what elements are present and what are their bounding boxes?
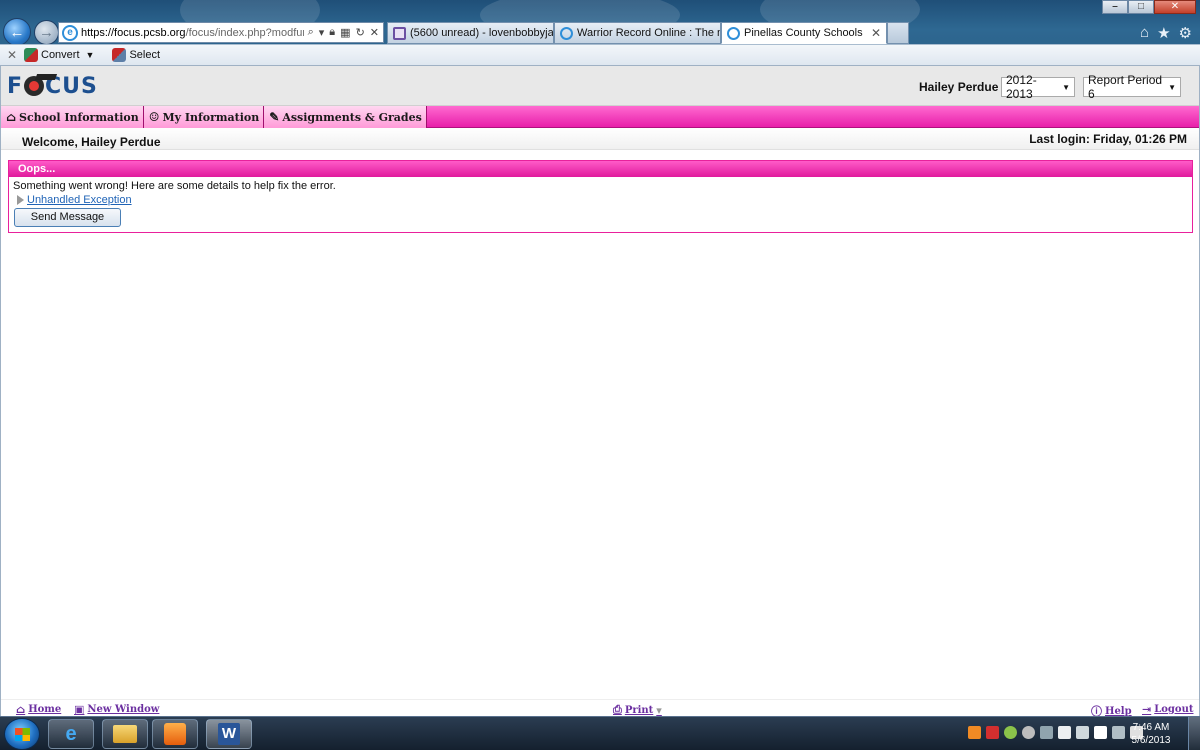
address-bar[interactable]: e https://focus.pcsb.org/focus/index.php… [58,22,384,43]
chevron-down-icon[interactable]: ▾ [656,704,662,717]
stop-icon[interactable]: ✕ [370,26,379,39]
back-button[interactable]: ← [3,18,31,46]
unhandled-exception-link[interactable]: Unhandled Exception [27,194,132,206]
last-login-text: Last login: Friday, 01:26 PM [1029,132,1187,146]
folder-icon [113,725,137,743]
focus-logo[interactable]: F CUS [7,72,98,100]
chevron-down-icon[interactable]: ▼ [86,50,95,60]
menu-item-assignments-grades[interactable]: ✎ Assignments & Grades [264,106,427,128]
chevron-down-icon: ▼ [1168,82,1176,92]
expand-triangle-icon[interactable] [17,195,24,205]
home-icon: ⌂ [16,703,26,716]
menu-item-my-information[interactable]: ☺ My Information [143,106,265,128]
close-tab-icon[interactable]: ✕ [871,26,881,40]
maximize-icon[interactable]: □ [1128,0,1154,14]
convert-button[interactable]: Convert ▼ [24,48,102,62]
taskbar-clock[interactable]: 7:46 AM 5/6/2013 [1128,721,1174,747]
error-panel: Oops... Something went wrong! Here are s… [8,160,1193,233]
footer-home-link[interactable]: ⌂ Home [16,703,61,716]
focus-header: F CUS Hailey Perdue 2012-2013 ▼ Report Pe… [1,66,1199,106]
taskbar-explorer-button[interactable] [102,719,148,749]
send-message-button[interactable]: Send Message [14,208,121,227]
menu-item-school-information[interactable]: ⌂ School Information [1,106,144,128]
compat-icon[interactable]: ▦ [340,26,350,39]
media-player-icon [164,723,186,745]
show-desktop-button[interactable] [1188,717,1200,750]
school-year-select[interactable]: 2012-2013 ▼ [1001,73,1075,101]
report-period-select[interactable]: Report Period 6 ▼ [1083,73,1181,101]
clock-time: 7:46 AM [1132,722,1170,733]
tray-security-icon[interactable] [1004,726,1017,739]
tray-network-icon[interactable] [1040,726,1053,739]
arrow-right-icon: → [39,24,54,41]
ie-icon [560,26,573,40]
tab-pinellas-active[interactable]: Pinellas County Schools ✕ [721,22,887,44]
forward-button[interactable]: → [34,20,59,45]
ie-icon: e [62,24,78,41]
arrow-left-icon: ← [9,23,25,41]
taskbar-media-player-button[interactable] [152,719,198,749]
grades-icon: ✎ [269,110,280,124]
command-bar: ✕ Convert ▼ Select [0,44,1200,66]
new-window-icon: ▣ [74,703,85,716]
tab-warrior-record[interactable]: Warrior Record Online : The ne... [554,22,721,44]
search-icon[interactable]: ⌕ [308,26,314,39]
home-icon[interactable]: ⌂ [1140,24,1149,42]
tray-acrobat-icon[interactable] [986,726,999,739]
gear-icon[interactable]: ⚙ [1179,24,1192,42]
minimize-icon[interactable]: – [1102,0,1128,14]
taskbar-ie-button[interactable]: e [48,719,94,749]
chevron-down-icon: ▼ [1062,82,1070,92]
welcome-text: Welcome, Hailey Perdue [22,135,161,149]
start-button[interactable] [4,718,40,750]
windows-taskbar: e W 7:46 AM 5/6/2013 [0,716,1200,750]
user-name: Hailey Perdue [919,80,999,94]
printer-icon: ⎙ [613,703,622,716]
clock-date: 5/6/2013 [1131,735,1171,746]
taskbar-word-button[interactable]: W [206,719,252,749]
page-footer: ⌂ Home ▣ New Window ⎙ Print ▾ ⓘ Help ⇥ L… [1,699,1199,718]
close-window-icon[interactable]: ✕ [1154,0,1196,14]
dropdown-icon[interactable]: ▾ [319,26,325,39]
address-url[interactable]: https://focus.pcsb.org/focus/index.php?m… [81,27,304,39]
main-menu: ⌂ School Information ☺ My Information ✎ … [1,106,1199,128]
favorites-star-icon[interactable]: ★ [1157,24,1170,42]
tray-app-icon[interactable] [1058,726,1071,739]
close-toolbar-icon[interactable]: ✕ [0,48,24,62]
exception-toggle[interactable]: Unhandled Exception [17,194,132,206]
ie-icon: e [65,722,77,745]
logout-icon: ⇥ [1142,703,1152,716]
wifi-icon[interactable] [1112,726,1125,739]
refresh-icon[interactable]: ↻ [356,26,365,39]
footer-new-window-link[interactable]: ▣ New Window [74,703,159,716]
ie-icon [727,26,740,40]
tab-mail[interactable]: (5600 unread) - lovenbobbyjac... [387,22,554,44]
lock-icon[interactable]: 🔒︎ [329,26,335,39]
tray-app-icon[interactable] [968,726,981,739]
mail-icon [393,26,406,40]
person-icon: ☺ [148,110,160,124]
footer-logout-link[interactable]: ⇥ Logout [1142,703,1193,716]
flag-icon[interactable] [1094,726,1107,739]
error-panel-title: Oops... [9,161,1192,177]
select-pdf-icon [112,48,127,62]
system-tray [968,726,1143,739]
tray-app-icon[interactable] [1076,726,1089,739]
convert-pdf-icon [24,48,38,62]
select-button[interactable]: Select [112,48,160,62]
word-icon: W [218,723,240,745]
footer-print-link[interactable]: ⎙ Print ▾ [613,703,665,717]
home-icon: ⌂ [6,110,17,124]
window-controls: – □ ✕ [1102,0,1196,14]
error-message: Something went wrong! Here are some deta… [13,180,336,192]
windows-logo-icon [15,728,30,741]
page-content: F CUS Hailey Perdue 2012-2013 ▼ Report Pe… [0,66,1200,718]
browser-chrome: – □ ✕ ← → e https://focus.pcsb.org/focus… [0,0,1200,66]
owl-logo-icon [24,74,58,96]
new-tab-button[interactable] [887,22,909,44]
welcome-row: Welcome, Hailey Perdue Last login: Frida… [1,128,1199,150]
tray-update-icon[interactable] [1022,726,1035,739]
